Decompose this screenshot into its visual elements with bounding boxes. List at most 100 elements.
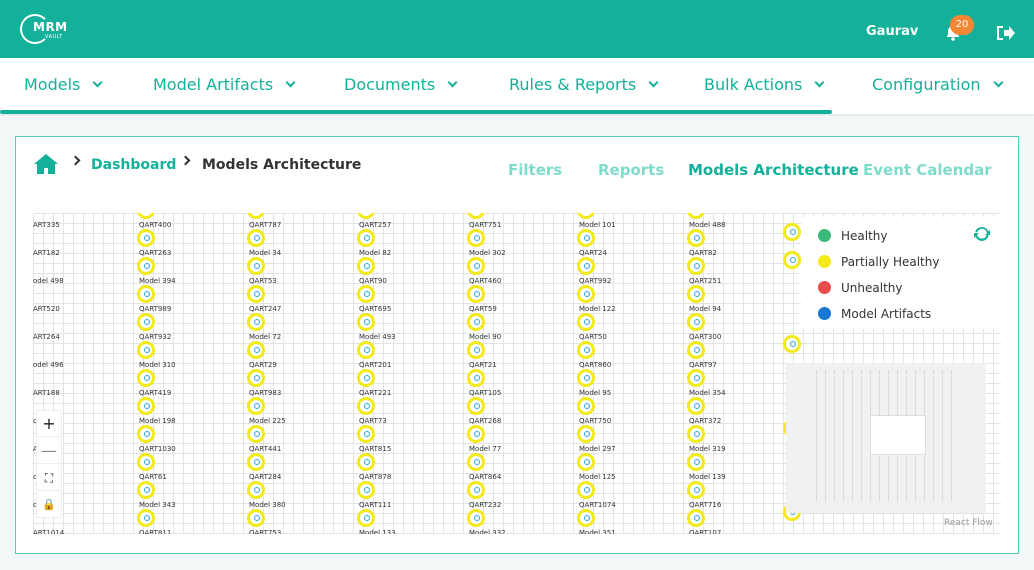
nav-rules-reports[interactable]: Rules & Reports <box>509 75 659 94</box>
graph-node[interactable] <box>247 257 265 275</box>
graph-node[interactable] <box>247 213 265 219</box>
graph-node[interactable] <box>687 257 705 275</box>
react-flow-attribution[interactable]: React Flow <box>944 518 993 528</box>
graph-node[interactable] <box>783 223 801 241</box>
graph-node[interactable] <box>247 341 265 359</box>
fit-view-button[interactable]: ⛶ <box>37 465 61 491</box>
graph-node[interactable] <box>687 313 705 331</box>
graph-node[interactable] <box>247 481 265 499</box>
graph-node[interactable] <box>687 453 705 471</box>
graph-node[interactable] <box>577 397 595 415</box>
graph-node[interactable] <box>247 509 265 527</box>
graph-node[interactable] <box>467 285 485 303</box>
graph-node[interactable] <box>577 313 595 331</box>
minimap-viewport[interactable] <box>870 415 926 455</box>
graph-node[interactable] <box>577 285 595 303</box>
graph-node[interactable] <box>357 229 375 247</box>
graph-node[interactable] <box>577 229 595 247</box>
graph-node[interactable] <box>137 229 155 247</box>
user-name[interactable]: Gaurav <box>866 24 918 39</box>
graph-node[interactable] <box>467 425 485 443</box>
graph-node[interactable] <box>137 425 155 443</box>
graph-node[interactable] <box>687 229 705 247</box>
nav-models[interactable]: Models <box>24 75 103 94</box>
graph-node[interactable] <box>357 313 375 331</box>
graph-node[interactable] <box>467 453 485 471</box>
graph-node[interactable] <box>577 369 595 387</box>
graph-node[interactable] <box>247 453 265 471</box>
graph-node-label: Model 77 <box>469 445 502 453</box>
graph-node[interactable] <box>247 397 265 415</box>
graph-node[interactable] <box>467 481 485 499</box>
graph-node[interactable] <box>577 213 595 219</box>
tab-event-calendar[interactable]: Event Calendar <box>863 161 992 179</box>
graph-node[interactable] <box>357 341 375 359</box>
graph-node[interactable] <box>687 341 705 359</box>
graph-node[interactable] <box>687 397 705 415</box>
nav-bulk-actions[interactable]: Bulk Actions <box>704 75 825 94</box>
graph-node[interactable] <box>577 425 595 443</box>
graph-node[interactable] <box>467 397 485 415</box>
legend-unhealthy-label: Unhealthy <box>841 281 903 295</box>
graph-node[interactable] <box>137 313 155 331</box>
graph-node[interactable] <box>357 285 375 303</box>
graph-node[interactable] <box>137 453 155 471</box>
graph-node[interactable] <box>357 369 375 387</box>
refresh-icon[interactable] <box>973 225 991 243</box>
graph-node[interactable] <box>467 341 485 359</box>
graph-node[interactable] <box>247 425 265 443</box>
graph-node[interactable] <box>577 481 595 499</box>
zoom-in-button[interactable]: + <box>37 411 61 437</box>
graph-node[interactable] <box>577 257 595 275</box>
graph-node[interactable] <box>247 313 265 331</box>
graph-node[interactable] <box>467 509 485 527</box>
home-icon[interactable] <box>33 153 59 175</box>
graph-node[interactable] <box>467 213 485 219</box>
graph-node[interactable] <box>247 285 265 303</box>
graph-node[interactable] <box>783 251 801 269</box>
graph-node[interactable] <box>687 425 705 443</box>
graph-node[interactable] <box>357 453 375 471</box>
graph-node[interactable] <box>577 341 595 359</box>
graph-node[interactable] <box>137 213 155 219</box>
graph-node[interactable] <box>357 425 375 443</box>
graph-node[interactable] <box>357 213 375 219</box>
logout-icon[interactable] <box>994 24 1016 42</box>
graph-node[interactable] <box>783 335 801 353</box>
nav-model-artifacts[interactable]: Model Artifacts <box>153 75 296 94</box>
lock-button[interactable]: 🔒 <box>37 492 61 518</box>
graph-node[interactable] <box>467 257 485 275</box>
graph-node[interactable] <box>357 481 375 499</box>
mrm-vault-logo[interactable]: MRM VAULT <box>20 12 74 46</box>
graph-node[interactable] <box>137 369 155 387</box>
zoom-out-button[interactable]: — <box>37 438 61 464</box>
graph-node[interactable] <box>467 369 485 387</box>
tab-models-architecture[interactable]: Models Architecture <box>688 161 859 179</box>
graph-node[interactable] <box>687 213 705 219</box>
graph-node[interactable] <box>687 509 705 527</box>
graph-node[interactable] <box>137 397 155 415</box>
nav-configuration[interactable]: Configuration <box>872 75 1003 94</box>
breadcrumb-dashboard[interactable]: Dashboard <box>91 157 176 173</box>
graph-node[interactable] <box>467 313 485 331</box>
graph-node[interactable] <box>137 509 155 527</box>
graph-node[interactable] <box>577 453 595 471</box>
tab-reports[interactable]: Reports <box>598 161 664 179</box>
graph-node[interactable] <box>687 369 705 387</box>
graph-node[interactable] <box>247 229 265 247</box>
graph-node[interactable] <box>137 481 155 499</box>
nav-documents[interactable]: Documents <box>344 75 458 94</box>
graph-node[interactable] <box>357 397 375 415</box>
graph-node[interactable] <box>247 369 265 387</box>
graph-node[interactable] <box>687 285 705 303</box>
graph-node[interactable] <box>137 257 155 275</box>
graph-node[interactable] <box>137 341 155 359</box>
minimap[interactable] <box>786 363 986 513</box>
graph-node[interactable] <box>357 509 375 527</box>
graph-node[interactable] <box>577 509 595 527</box>
graph-node[interactable] <box>467 229 485 247</box>
graph-node[interactable] <box>357 257 375 275</box>
graph-node[interactable] <box>137 285 155 303</box>
graph-node[interactable] <box>687 481 705 499</box>
tab-filters[interactable]: Filters <box>508 161 562 179</box>
